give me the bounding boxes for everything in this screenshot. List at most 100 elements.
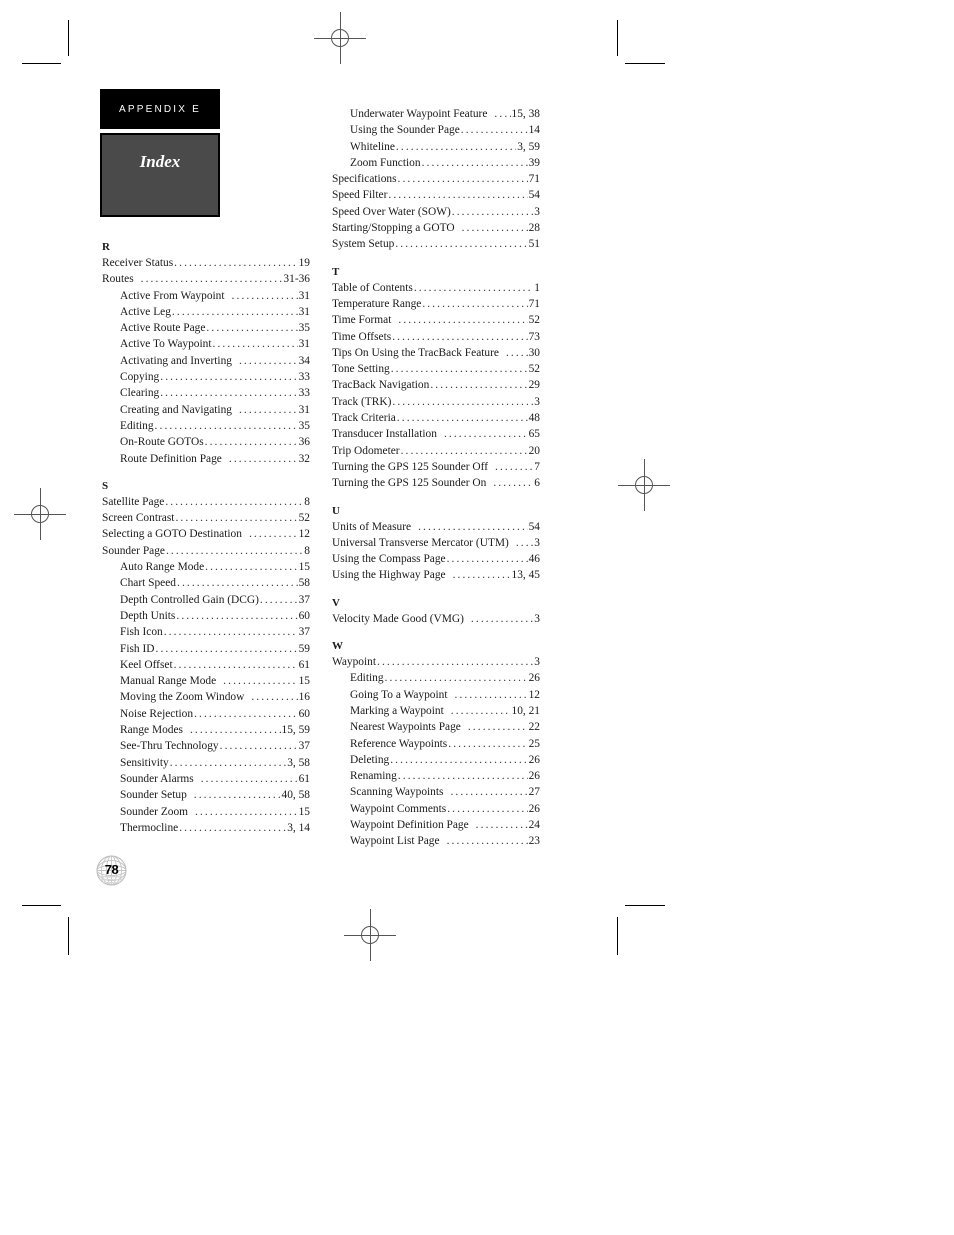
index-entry-page: 46 [528, 553, 540, 566]
index-section-letter: V [332, 596, 340, 609]
index-entry-page: 15 [298, 561, 310, 574]
crop-mark-bottom-left-horizontal [22, 905, 61, 906]
index-entry-label: On-Route GOTOs [120, 436, 204, 449]
index-entry-leader-dots: ........................................… [461, 222, 528, 235]
index-entry-page: 28 [528, 222, 540, 235]
index-entry-leader-dots: ........................................… [259, 593, 298, 606]
index-entry-label: Depth Controlled Gain (DCG) [120, 593, 259, 606]
index-entry-page: 30 [528, 346, 540, 359]
appendix-tab-label: APPENDIX E [118, 103, 202, 115]
index-entry: Waypoint................................… [332, 654, 540, 670]
index-entry-page: 61 [298, 772, 310, 785]
index-entry: Noise Rejection.........................… [102, 706, 310, 722]
index-entry-leader-dots: ........................................… [231, 289, 298, 302]
index-entry-label: Time Format [332, 314, 392, 327]
index-entry: Reference Waypoints.....................… [332, 736, 540, 752]
index-section-letter: T [332, 265, 340, 278]
index-entry-label: Tips On Using the TracBack Feature [332, 346, 499, 359]
crop-mark-top-left-horizontal [22, 63, 61, 64]
index-entry: Keel Offset.............................… [102, 657, 310, 673]
index-entry-label: Reference Waypoints [350, 737, 448, 750]
index-entry-page: 60 [298, 609, 310, 622]
registration-mark-top [310, 8, 370, 68]
index-entry-page: 15, 59 [281, 724, 310, 737]
index-entry: Trip Odometer...........................… [332, 443, 540, 459]
index-entry-page: 8 [304, 544, 310, 557]
index-entry: Thermocline.............................… [102, 820, 310, 836]
crop-mark-top-right-horizontal [625, 63, 665, 64]
index-section-letter: R [102, 241, 110, 253]
index-entry-page: 22 [528, 721, 540, 734]
index-entry: Temperature Range.......................… [332, 296, 540, 312]
index-entry-page: 3 [534, 205, 540, 218]
index-entry-label: Using the Sounder Page [350, 124, 460, 137]
index-entry-leader-dots: ........................................… [446, 553, 528, 566]
index-entry: Fish ID.................................… [102, 641, 310, 657]
index-entry-label: Fish ID [120, 642, 155, 655]
index-entry-label: Keel Offset [120, 658, 173, 671]
index-entry-leader-dots: ........................................… [515, 536, 533, 549]
index-entry-leader-dots: ........................................… [173, 658, 298, 671]
index-entry-leader-dots: ........................................… [413, 281, 533, 294]
index-entry-label: Using the Highway Page [332, 569, 446, 582]
index-entry: Active To Waypoint......................… [102, 336, 310, 352]
index-entry: Selecting a GOTO Destination............… [102, 526, 310, 542]
index-entry: Deleting................................… [332, 752, 540, 768]
index-entry-label: Active Leg [120, 305, 171, 318]
crop-mark-bottom-right-vertical [617, 917, 618, 955]
index-entry: Zoom Function...........................… [332, 155, 540, 171]
index-entry: Velocity Made Good (VMG)................… [332, 611, 540, 627]
index-entry-page: 8 [304, 495, 310, 508]
index-entry-page: 27 [528, 786, 540, 799]
index-entry: Specifications..........................… [332, 171, 540, 187]
crop-mark-top-right-vertical [617, 20, 618, 56]
index-entry-page: 26 [528, 672, 540, 685]
index-entry-page: 14 [528, 124, 540, 137]
index-entry-page: 16 [298, 691, 310, 704]
index-entry-page: 32 [298, 452, 310, 465]
index-entry: Universal Transverse Mercator (UTM).....… [332, 535, 540, 551]
index-entry-leader-dots: ........................................… [396, 412, 528, 425]
index-entry: Whiteline...............................… [332, 139, 540, 155]
index-entry-leader-dots: ........................................… [228, 452, 298, 465]
index-entry-label: Transducer Installation [332, 428, 437, 441]
index-entry-page: 3 [534, 656, 540, 669]
crop-mark-top-left-vertical [68, 20, 69, 56]
index-entry: Sensitivity.............................… [102, 755, 310, 771]
index-entry-label: Route Definition Page [120, 452, 222, 465]
index-entry-label: Starting/Stopping a GOTO [332, 222, 455, 235]
index-entry: Using the Highway Page..................… [332, 567, 540, 583]
index-entry: Editing.................................… [102, 418, 310, 434]
index-entry-page: 15 [298, 675, 310, 688]
index-entry-leader-dots: ........................................… [400, 444, 528, 457]
index-entry-label: Nearest Waypoints Page [350, 721, 461, 734]
index-entry-label: Range Modes [120, 724, 183, 737]
crop-mark-bottom-right-horizontal [625, 905, 665, 906]
index-entry-page: 20 [528, 444, 540, 457]
index-entry-label: Whiteline [350, 140, 395, 153]
index-entry-label: Table of Contents [332, 281, 413, 294]
index-entry-page: 3, 59 [517, 140, 540, 153]
index-entry-leader-dots: ........................................… [494, 108, 510, 120]
index-entry-leader-dots: ........................................… [248, 528, 298, 541]
index-entry-label: Creating and Navigating [120, 403, 232, 416]
index-entry-page: 10, 21 [511, 704, 540, 717]
index-entry-label: Sensitivity [120, 756, 169, 769]
index-entry-leader-dots: ........................................… [450, 704, 511, 717]
index-entry-leader-dots: ........................................… [392, 330, 527, 343]
appendix-tab: APPENDIX E [100, 89, 220, 129]
index-entry: Nearest Waypoints Page..................… [332, 719, 540, 735]
index-entry-label: Waypoint [332, 656, 377, 669]
index-entry-page: 26 [528, 753, 540, 766]
index-entry-page: 35 [298, 419, 310, 432]
index-entry-leader-dots: ........................................… [460, 124, 528, 137]
index-entry-leader-dots: ........................................… [470, 612, 533, 625]
index-entry-label: Speed Over Water (SOW) [332, 205, 451, 218]
index-entry: Active From Waypoint....................… [102, 288, 310, 304]
index-entry-label: Screen Contrast [102, 512, 175, 525]
index-entry-label: Selecting a GOTO Destination [102, 528, 242, 541]
index-entry-label: Zoom Function [350, 156, 421, 169]
index-entry-leader-dots: ........................................… [452, 569, 511, 582]
index-entry: Speed Filter............................… [332, 187, 540, 203]
page-number-badge: 78 [96, 855, 127, 886]
